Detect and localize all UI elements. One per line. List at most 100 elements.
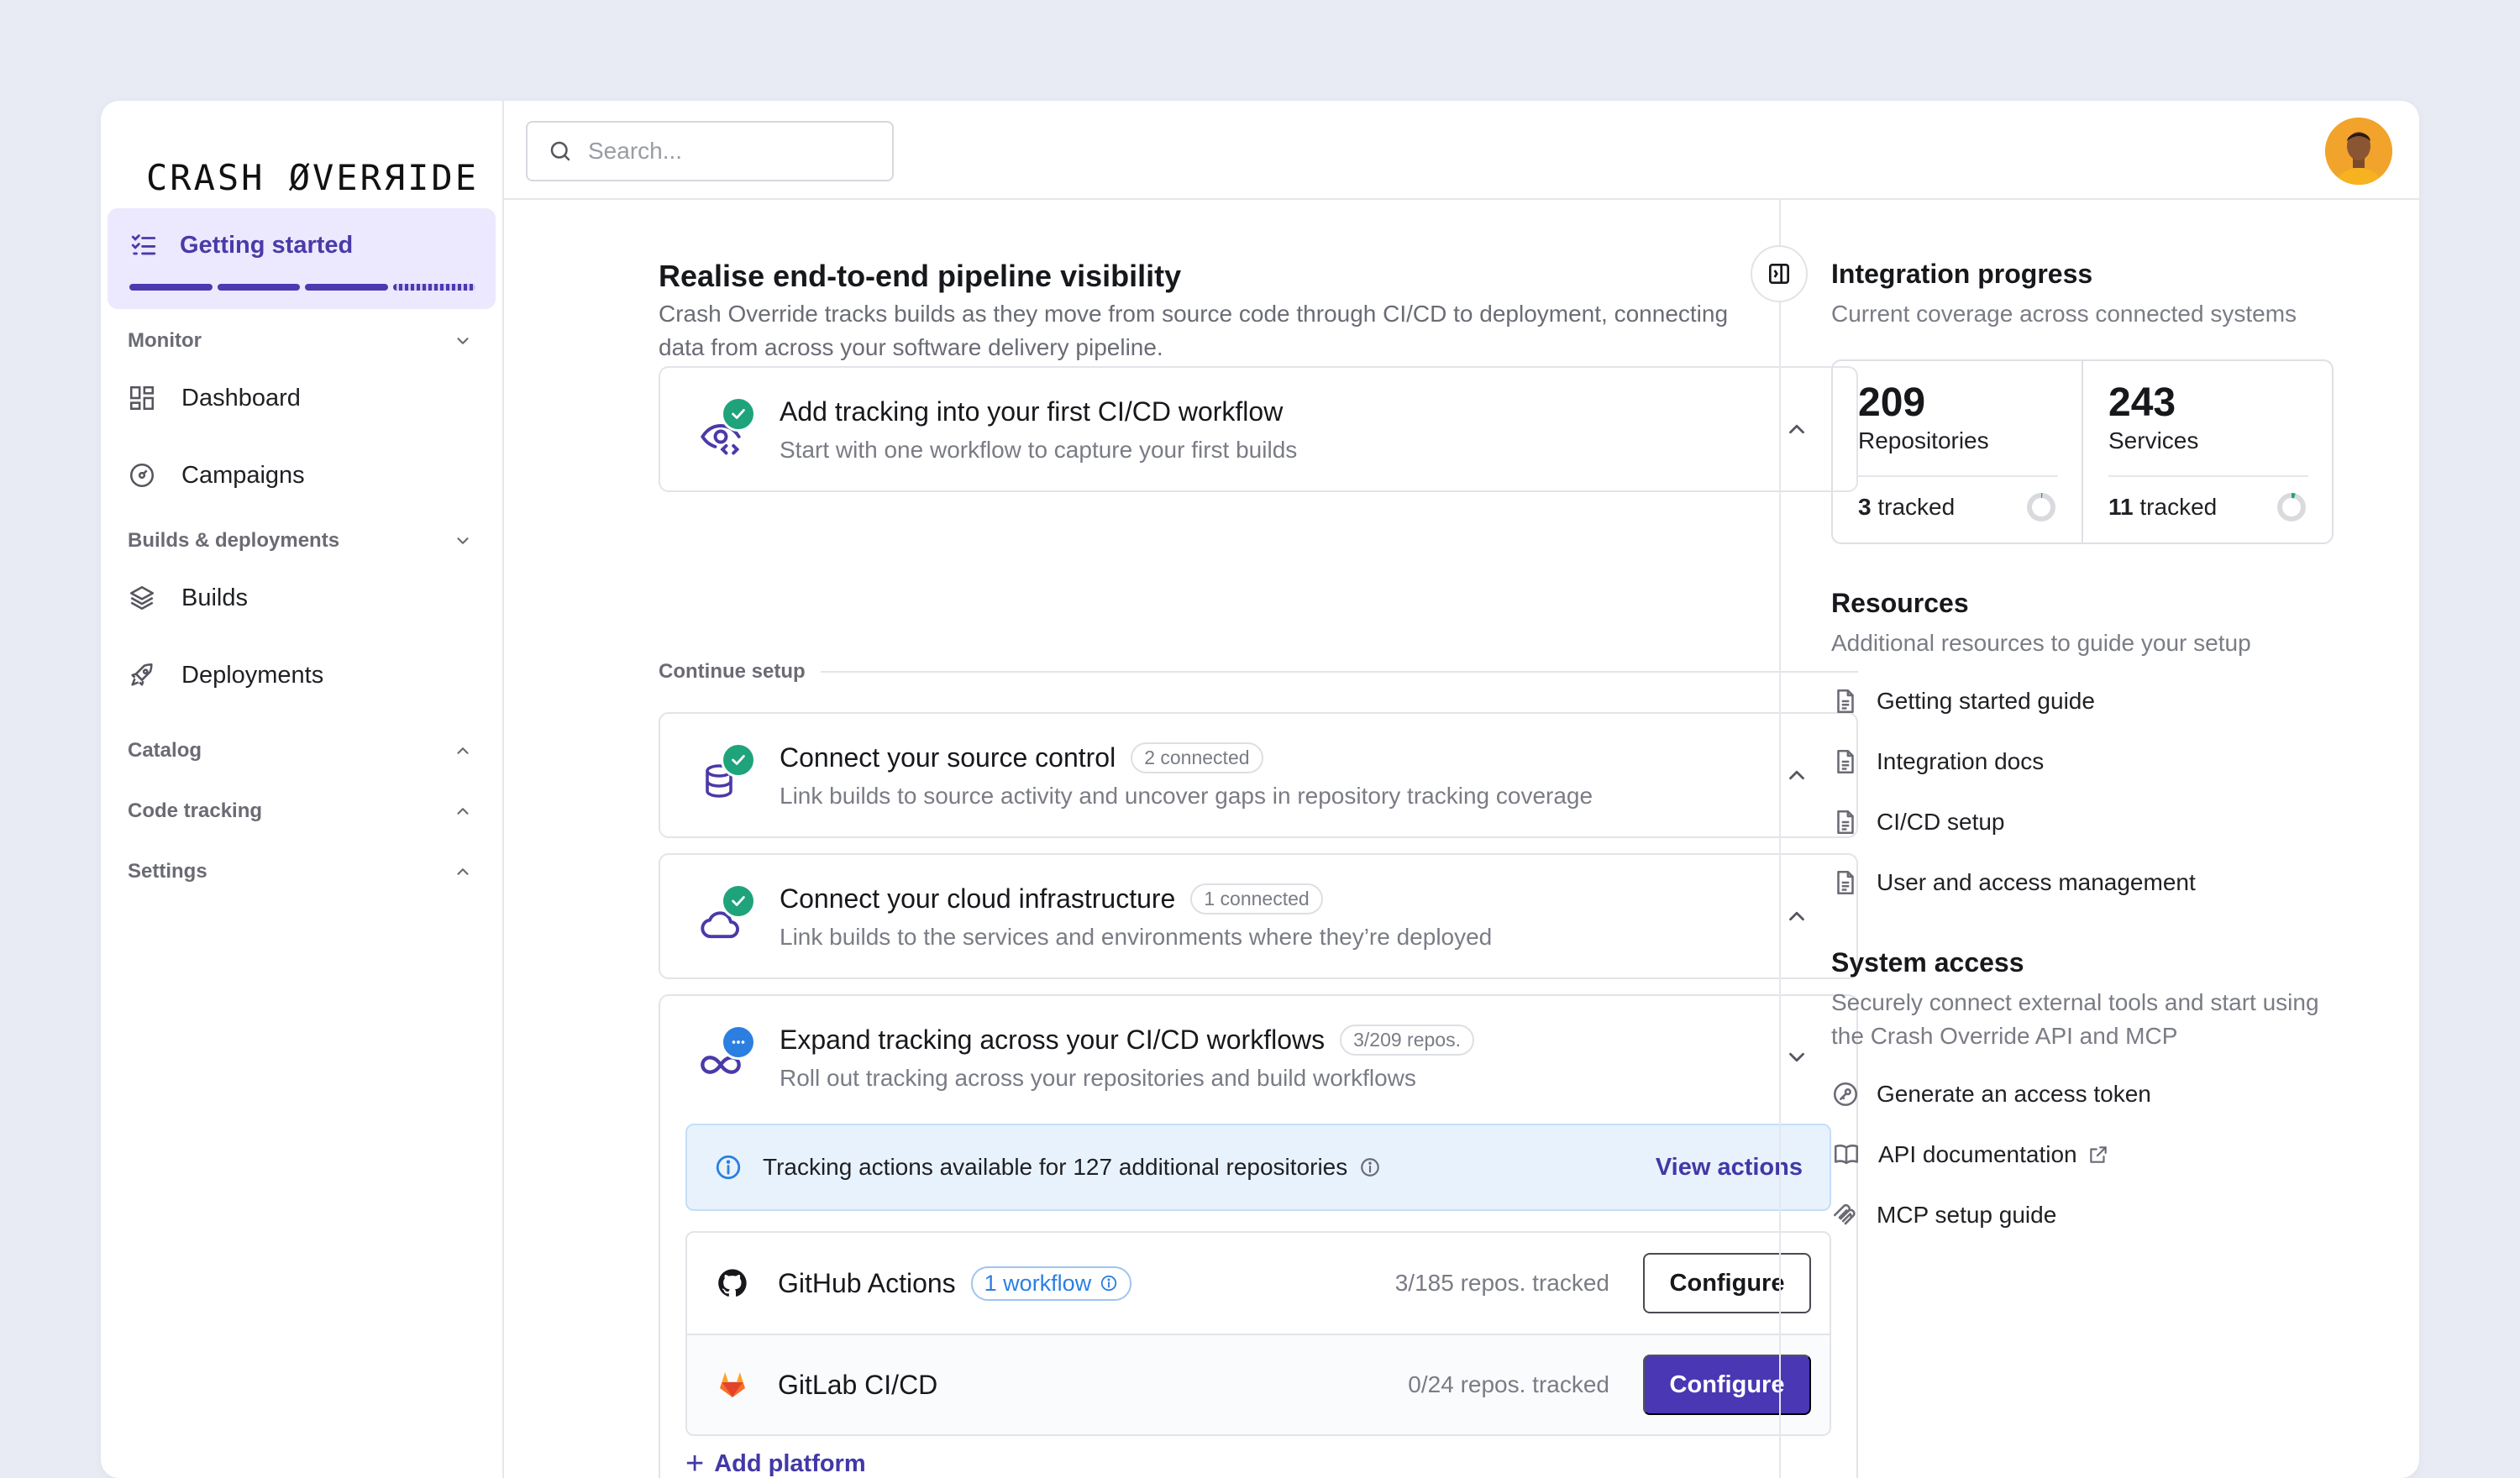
search-input[interactable]: Search... [526, 121, 894, 181]
connected-badge: 1 connected [1190, 883, 1323, 915]
gitlab-icon [720, 1372, 745, 1397]
step-card-source-control[interactable]: Connect your source control 2 connected … [659, 712, 1858, 838]
info-small-icon[interactable] [1359, 1156, 1381, 1178]
layers-icon [129, 585, 155, 611]
page-description: Crash Override tracks builds as they mov… [659, 301, 1729, 360]
divider-line [820, 671, 1858, 673]
sidebar-item-label: Campaigns [181, 461, 305, 489]
step-subtitle: Link builds to source activity and uncov… [780, 783, 1593, 809]
continue-setup-label: Continue setup [659, 660, 806, 683]
platform-row-gitlab: GitLab CI/CD 0/24 repos. tracked Configu… [687, 1334, 1830, 1434]
access-item-label: MCP setup guide [1877, 1202, 2057, 1228]
section-label: Catalog [128, 739, 202, 762]
mcp-setup-guide-link[interactable]: MCP setup guide [1831, 1201, 2056, 1229]
banner-text: Tracking actions available for 127 addit… [763, 1154, 1381, 1181]
panel-toggle-icon [1769, 264, 1789, 284]
sidebar-item-getting-started[interactable]: Getting started [108, 208, 496, 309]
stat-value: 243 [2108, 380, 2176, 425]
plus-icon: + [685, 1446, 705, 1478]
tracked-count: 11 [2108, 494, 2134, 520]
section-code-tracking[interactable]: Code tracking [128, 781, 480, 841]
step-subtitle: Roll out tracking across your repositori… [780, 1065, 1416, 1091]
section-monitor[interactable]: Monitor [128, 322, 480, 359]
getting-started-label: Getting started [180, 231, 354, 259]
step-card-first-workflow[interactable]: Add tracking into your first CI/CD workf… [659, 366, 1858, 492]
workflow-badge-label: 1 workflow [984, 1270, 1092, 1296]
system-access-title: System access [1831, 947, 2024, 977]
progress-segment [305, 284, 388, 291]
sidebar-item-label: Dashboard [181, 384, 301, 411]
check-badge-icon [721, 396, 756, 432]
external-link-icon [2089, 1146, 2107, 1163]
document-icon [1837, 810, 1854, 835]
document-icon [1837, 870, 1854, 895]
step-title: Connect your source control 2 connected [780, 742, 1263, 773]
document-icon [1837, 689, 1854, 714]
chevron-down-icon [457, 338, 469, 344]
progress-ring-icon [2027, 493, 2055, 521]
stat-label: Repositories [1858, 427, 1989, 453]
getting-started-progress [129, 284, 475, 291]
collapse-panel-button[interactable] [1751, 245, 1808, 302]
section-builds-deployments[interactable]: Builds & deployments [128, 522, 480, 559]
book-icon [1834, 1144, 1859, 1165]
step-title: Expand tracking across your CI/CD workfl… [780, 1025, 1474, 1056]
progress-segment [392, 284, 475, 291]
resources-title: Resources [1831, 588, 1969, 618]
sidebar-nav: Monitor Dashboard Campaigns Builds & dep… [128, 322, 480, 902]
section-settings[interactable]: Settings [128, 841, 480, 902]
section-label: Builds & deployments [128, 529, 340, 552]
document-icon [1837, 749, 1854, 774]
resource-cicd-setup[interactable]: CI/CD setup [1831, 808, 2005, 836]
stat-services[interactable]: 243 Services 11 tracked [2082, 361, 2332, 542]
banner-message: Tracking actions available for 127 addit… [763, 1154, 1348, 1180]
step-title-text: Connect your cloud infrastructure [780, 883, 1176, 914]
more-badge-icon [721, 1025, 756, 1060]
chevron-up-icon [457, 868, 469, 875]
checklist-icon [131, 234, 156, 255]
step-card-cloud-infrastructure[interactable]: Connect your cloud infrastructure 1 conn… [659, 853, 1858, 979]
sidebar-item-dashboard[interactable]: Dashboard [128, 359, 480, 437]
resource-label: Getting started guide [1877, 688, 2095, 714]
check-badge-icon [721, 742, 756, 778]
dashboard-icon [129, 385, 155, 411]
stat-repositories[interactable]: 209 Repositories 3 tracked [1833, 361, 2082, 542]
section-label: Code tracking [128, 799, 263, 822]
sidebar-item-campaigns[interactable]: Campaigns [128, 437, 480, 514]
tracked-count: 3 [1858, 494, 1872, 520]
top-bar: Search... [504, 101, 2419, 200]
resources-subtitle: Additional resources to guide your setup [1831, 630, 2251, 656]
platform-row-github: GitHub Actions 1 workflow 3/185 repos. t… [687, 1233, 1830, 1334]
section-catalog[interactable]: Catalog [128, 721, 480, 781]
sidebar-item-builds[interactable]: Builds [128, 559, 480, 637]
system-access-subtitle: Securely connect external tools and star… [1831, 989, 2319, 1049]
resource-label: CI/CD setup [1877, 809, 2005, 835]
sidebar: CRASH ØVERЯIDE Getting started Monitor D… [101, 101, 504, 1478]
tracked-word: tracked [1877, 494, 1956, 520]
sidebar-item-deployments[interactable]: Deployments [128, 637, 480, 714]
resource-getting-started-guide[interactable]: Getting started guide [1831, 687, 2095, 715]
access-item-label: API documentation [1878, 1141, 2077, 1167]
step-title: Connect your cloud infrastructure 1 conn… [780, 883, 1323, 915]
step-title-text: Expand tracking across your CI/CD workfl… [780, 1025, 1326, 1055]
resource-user-access-management[interactable]: User and access management [1831, 868, 2196, 897]
generate-access-token-link[interactable]: Generate an access token [1831, 1080, 2151, 1108]
resource-integration-docs[interactable]: Integration docs [1831, 747, 2044, 776]
step-card-expand-tracking[interactable]: Expand tracking across your CI/CD workfl… [659, 994, 1858, 1478]
add-platform-button[interactable]: + Add platform [685, 1446, 866, 1478]
step-subtitle: Link builds to the services and environm… [780, 924, 1493, 950]
mcp-icon [1833, 1203, 1856, 1225]
main-content: Realise end-to-end pipeline visibility C… [504, 200, 1858, 1478]
progress-segment [217, 284, 300, 291]
api-documentation-link[interactable]: API documentation [1831, 1140, 2109, 1169]
resource-label: User and access management [1877, 869, 2196, 895]
integration-progress-title: Integration progress [1831, 259, 2093, 289]
info-icon [716, 1155, 741, 1180]
connected-badge: 2 connected [1131, 742, 1263, 773]
sidebar-item-label: Deployments [181, 661, 324, 689]
rocket-icon [131, 663, 153, 686]
repos-tracked-count: 3/185 repos. tracked [1394, 1270, 1609, 1296]
workflow-badge[interactable]: 1 workflow [970, 1266, 1132, 1301]
resource-label: Integration docs [1877, 748, 2045, 774]
user-avatar[interactable] [2325, 118, 2392, 185]
